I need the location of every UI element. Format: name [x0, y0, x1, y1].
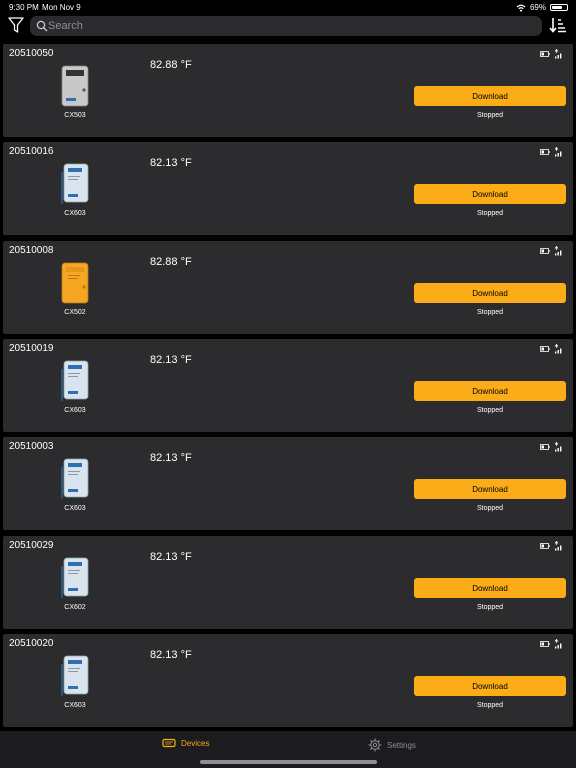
device-card[interactable]: 20510050 82.88 °F CX503 Download Stopped: [3, 44, 573, 137]
device-serial: 20510008: [9, 245, 54, 256]
status-date: Mon Nov 9: [42, 3, 81, 12]
device-serial: 20510020: [9, 638, 54, 649]
signal-strength-icon: [554, 344, 562, 354]
search-icon: [36, 20, 48, 32]
device-status-icons: [540, 639, 563, 649]
download-button[interactable]: Download: [414, 479, 566, 499]
device-card[interactable]: 20510029 82.13 °F CX602 Download Stopped: [3, 536, 573, 629]
signal-strength-icon: [554, 541, 562, 551]
device-state: Stopped: [476, 309, 504, 316]
device-temperature: 82.13 °F: [150, 649, 192, 661]
device-serial: 20510019: [9, 343, 54, 354]
device-temperature: 82.13 °F: [150, 157, 192, 169]
device-status-icons: [540, 541, 563, 551]
wifi-icon: [516, 4, 526, 12]
device-model: CX603: [64, 407, 86, 414]
search-bar[interactable]: [30, 16, 542, 36]
download-button[interactable]: Download: [414, 381, 566, 401]
device-model: CX502: [64, 309, 86, 316]
device-serial: 20510016: [9, 146, 54, 157]
signal-strength-icon: [554, 246, 562, 256]
status-bar: 9:30 PM Mon Nov 9 69%: [0, 0, 576, 14]
device-status-icons: [540, 246, 563, 256]
battery-icon: [540, 543, 550, 549]
device-card[interactable]: 20510003 82.13 °F CX603 Download Stopped: [3, 437, 573, 530]
device-temperature: 82.13 °F: [150, 551, 192, 563]
logger-image: [61, 655, 89, 696]
device-temperature: 82.88 °F: [150, 256, 192, 268]
device-model: CX503: [64, 112, 86, 119]
device-status-icons: [540, 442, 563, 452]
battery-percent: 69%: [529, 3, 546, 12]
devices-icon: [162, 738, 176, 748]
gear-icon: [368, 738, 382, 752]
download-button[interactable]: Download: [414, 283, 566, 303]
device-state: Stopped: [476, 702, 504, 709]
device-state: Stopped: [476, 604, 504, 611]
device-state: Stopped: [476, 505, 504, 512]
device-serial: 20510003: [9, 441, 54, 452]
device-card[interactable]: 20510008 82.88 °F CX502 Download Stopped: [3, 241, 573, 334]
battery-icon: [540, 149, 550, 155]
signal-strength-icon: [554, 147, 562, 157]
device-card[interactable]: 20510019 82.13 °F CX603 Download Stopped: [3, 339, 573, 432]
search-input[interactable]: [48, 16, 528, 36]
device-model: CX603: [64, 505, 86, 512]
logger-image: [61, 65, 89, 107]
device-state: Stopped: [476, 407, 504, 414]
device-model: CX602: [64, 604, 86, 611]
status-right: 69%: [516, 3, 568, 12]
toolbar: [0, 14, 576, 40]
device-serial: 20510029: [9, 540, 54, 551]
battery-icon: [540, 444, 550, 450]
home-indicator: [200, 760, 377, 764]
download-button[interactable]: Download: [414, 676, 566, 696]
logger-image: [61, 360, 89, 401]
sort-icon[interactable]: [549, 16, 567, 34]
tab-settings[interactable]: Settings: [368, 738, 416, 752]
battery-icon: [540, 641, 550, 647]
battery-icon: [540, 346, 550, 352]
status-time: 9:30 PM: [9, 3, 39, 12]
tab-settings-label: Settings: [387, 740, 416, 750]
device-model: CX603: [64, 702, 86, 709]
device-temperature: 82.13 °F: [150, 452, 192, 464]
device-temperature: 82.88 °F: [150, 59, 192, 71]
device-serial: 20510050: [9, 48, 54, 59]
device-state: Stopped: [476, 210, 504, 217]
device-card[interactable]: 20510020 82.13 °F CX603 Download Stopped: [3, 634, 573, 727]
logger-image: [61, 557, 89, 598]
logger-image: [61, 163, 89, 204]
device-status-icons: [540, 344, 563, 354]
device-status-icons: [540, 147, 563, 157]
battery-icon: [550, 4, 568, 11]
tab-devices[interactable]: Devices: [162, 738, 209, 748]
download-button[interactable]: Download: [414, 86, 566, 106]
tab-devices-label: Devices: [181, 738, 210, 748]
signal-strength-icon: [554, 442, 562, 452]
tab-bar: Devices Settings: [0, 731, 576, 768]
filter-icon[interactable]: [8, 16, 24, 34]
signal-strength-icon: [554, 639, 562, 649]
device-model: CX603: [64, 210, 86, 217]
logger-image: [61, 458, 89, 499]
download-button[interactable]: Download: [414, 578, 566, 598]
download-button[interactable]: Download: [414, 184, 566, 204]
battery-icon: [540, 51, 550, 57]
logger-image: [61, 262, 89, 304]
device-temperature: 82.13 °F: [150, 354, 192, 366]
signal-strength-icon: [554, 49, 562, 59]
device-status-icons: [540, 49, 563, 59]
battery-icon: [540, 248, 550, 254]
device-state: Stopped: [476, 112, 504, 119]
device-card[interactable]: 20510016 82.13 °F CX603 Download Stopped: [3, 142, 573, 235]
